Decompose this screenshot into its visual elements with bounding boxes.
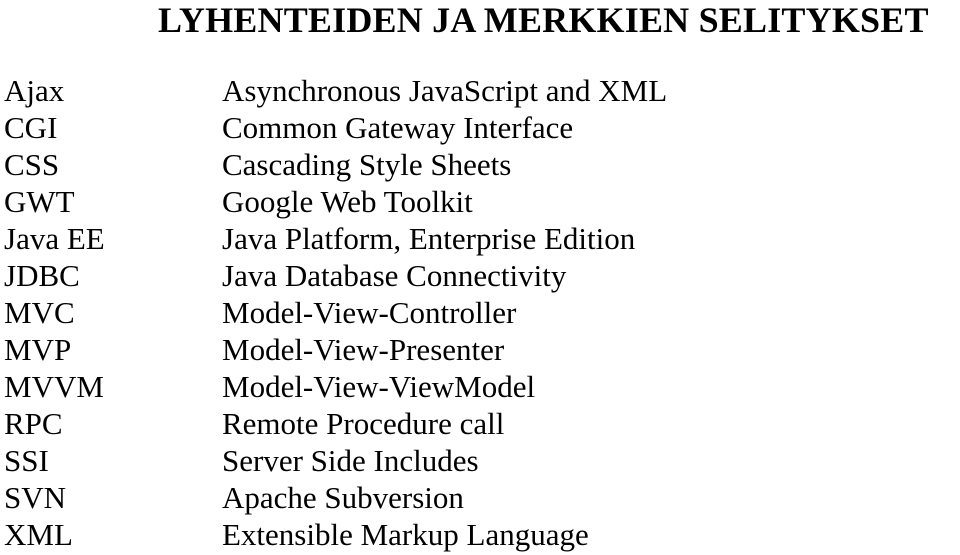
definition: Extensible Markup Language bbox=[222, 517, 589, 552]
abbreviation-list: Ajax Asynchronous JavaScript and XML CGI C… bbox=[0, 72, 960, 553]
page-title: LYHENTEIDEN JA MERKKIEN SELITYKSET bbox=[158, 0, 929, 40]
definition: Model-View-ViewModel bbox=[222, 369, 536, 404]
abbreviation: SSI bbox=[4, 443, 49, 478]
abbreviation: SVN bbox=[4, 480, 67, 515]
definition: Cascading Style Sheets bbox=[222, 147, 512, 182]
list-item: SSI Server Side Includes bbox=[0, 442, 960, 479]
definition: Model-View-Presenter bbox=[222, 332, 505, 367]
list-item: JDBC Java Database Connectivity bbox=[0, 257, 960, 294]
abbreviation: JDBC bbox=[4, 258, 80, 293]
list-item: MVP Model-View-Presenter bbox=[0, 331, 960, 368]
abbreviation: MVC bbox=[4, 295, 75, 330]
list-item: Java EE Java Platform, Enterprise Edition bbox=[0, 220, 960, 257]
definition: Java Database Connectivity bbox=[222, 258, 567, 293]
definition: Model-View-Controller bbox=[222, 295, 517, 330]
list-item: CSS Cascading Style Sheets bbox=[0, 146, 960, 183]
abbreviation: CGI bbox=[4, 110, 58, 145]
abbreviation: Ajax bbox=[4, 73, 65, 108]
definition: Remote Procedure call bbox=[222, 406, 505, 441]
list-item: GWT Google Web Toolkit bbox=[0, 183, 960, 220]
abbreviation: CSS bbox=[4, 147, 60, 182]
list-item: Ajax Asynchronous JavaScript and XML bbox=[0, 72, 960, 109]
list-item: MVVM Model-View-ViewModel bbox=[0, 368, 960, 405]
list-item: CGI Common Gateway Interface bbox=[0, 109, 960, 146]
abbreviation: Java EE bbox=[4, 221, 105, 256]
definition: Java Platform, Enterprise Edition bbox=[222, 221, 636, 256]
definition: Asynchronous JavaScript and XML bbox=[222, 73, 668, 108]
list-item: MVC Model-View-Controller bbox=[0, 294, 960, 331]
list-item: SVN Apache Subversion bbox=[0, 479, 960, 516]
abbreviation: MVVM bbox=[4, 369, 104, 404]
definition: Common Gateway Interface bbox=[222, 110, 574, 145]
definition: Server Side Includes bbox=[222, 443, 479, 478]
abbreviation: XML bbox=[4, 517, 73, 552]
abbreviation: MVP bbox=[4, 332, 72, 367]
definition: Apache Subversion bbox=[222, 480, 464, 515]
abbreviation: RPC bbox=[4, 406, 63, 441]
abbreviation: GWT bbox=[4, 184, 75, 219]
definition: Google Web Toolkit bbox=[222, 184, 473, 219]
list-item: XML Extensible Markup Language bbox=[0, 516, 960, 553]
list-item: RPC Remote Procedure call bbox=[0, 405, 960, 442]
